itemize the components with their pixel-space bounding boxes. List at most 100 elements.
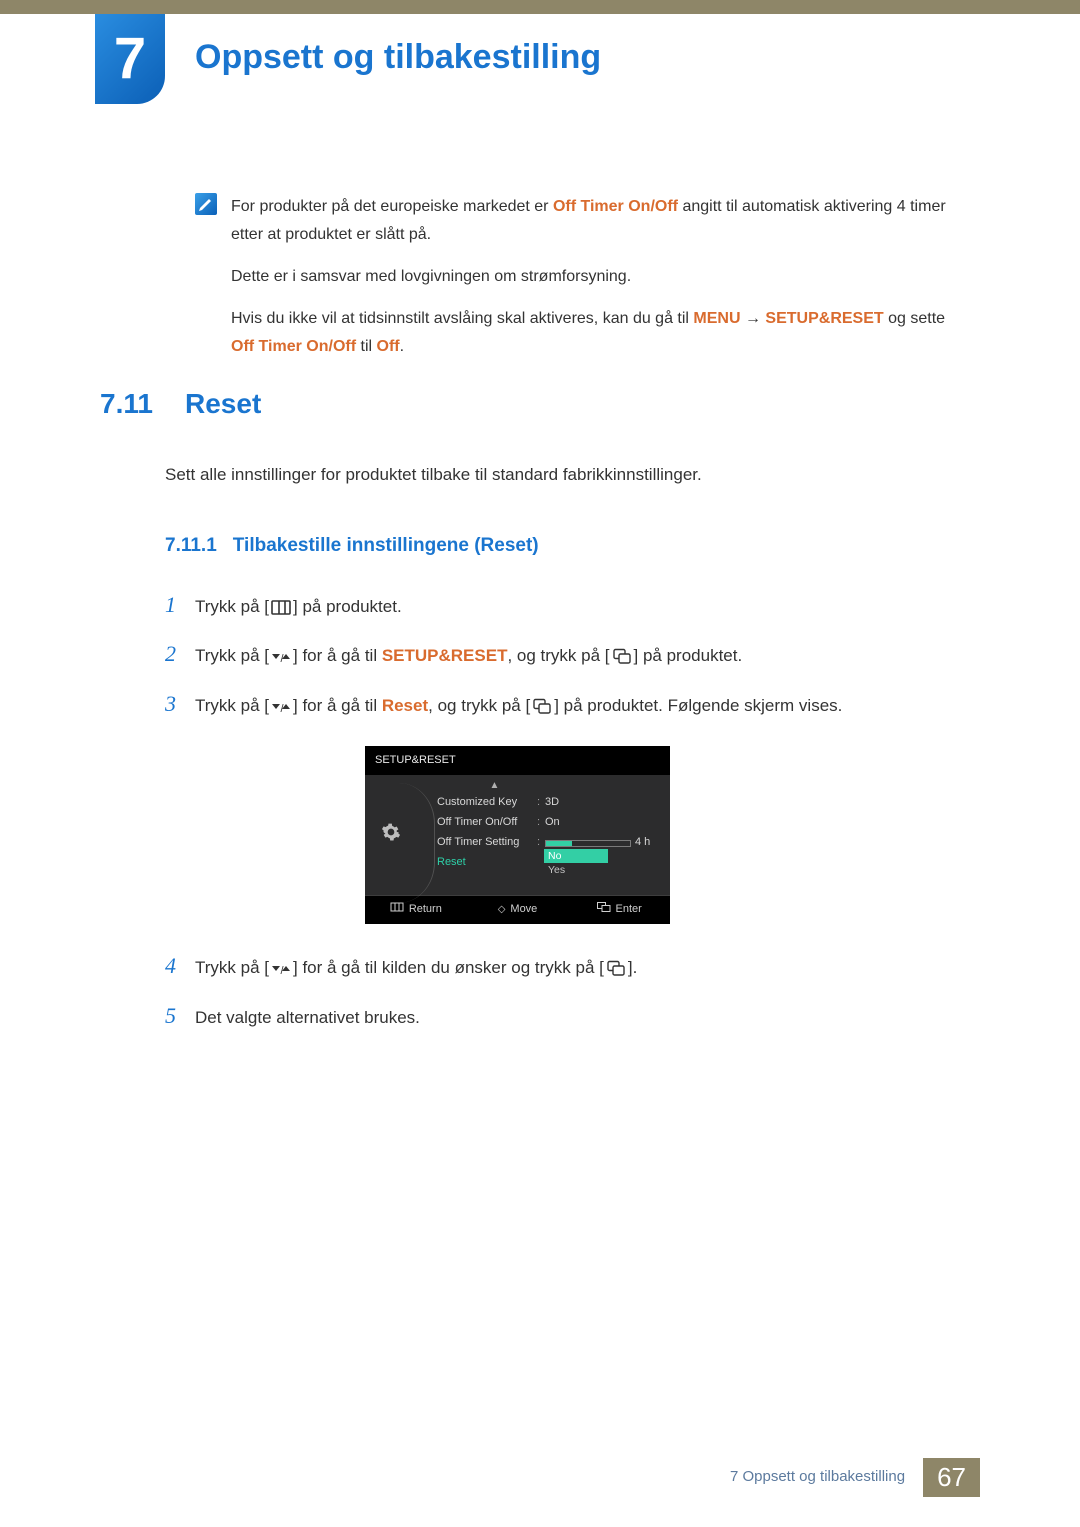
page-number: 67 <box>923 1458 980 1497</box>
step-text: Trykk på [/] for å gå til SETUP&RESET, o… <box>195 641 960 672</box>
osd-row-customized-key: Customized Key : 3D <box>437 793 662 813</box>
subsection-title: Tilbakestille innstillingene (Reset) <box>233 535 539 556</box>
step-4: 4 Trykk på [/] for å gå til kilden du øn… <box>165 946 960 986</box>
text: ] for å gå til <box>293 646 382 665</box>
osd-footer-return: Return <box>365 900 467 920</box>
text: Trykk på [ <box>195 646 269 665</box>
up-down-icon: / <box>270 957 292 974</box>
osd-footer-label: Move <box>510 900 537 920</box>
step-text: Trykk på [/] for å gå til kilden du ønsk… <box>195 953 960 984</box>
text: ] på produktet. <box>293 597 402 616</box>
osd-value-text: 4 h <box>635 833 650 853</box>
highlight-setup-reset: SETUP&RESET <box>382 646 508 665</box>
text: Hvis du ikke vil at tidsinnstilt avslåin… <box>231 310 693 327</box>
enter-icon <box>611 645 633 662</box>
step-text: Trykk på [ ] på produktet. <box>195 592 960 623</box>
note-p2: Dette er i samsvar med lovgivningen om s… <box>231 263 960 291</box>
step-text: Trykk på [/] for å gå til Reset, og tryk… <box>195 691 960 722</box>
move-icon: ◇ <box>498 901 506 919</box>
section-desc: Sett alle innstillinger for produktet ti… <box>165 460 960 491</box>
osd-label: Off Timer Setting <box>437 833 537 853</box>
osd-title: SETUP&RESET <box>365 746 670 776</box>
highlight-off-timer: Off Timer On/Off <box>553 198 678 215</box>
menu-button-icon <box>270 596 292 613</box>
text: , og trykk på [ <box>507 646 609 665</box>
return-icon <box>390 901 404 919</box>
text: Trykk på [ <box>195 597 269 616</box>
enter-icon <box>531 695 553 712</box>
highlight-setup-reset: SETUP&RESET <box>765 310 883 327</box>
osd-footer-label: Enter <box>616 900 642 920</box>
slider-track <box>545 840 631 847</box>
section-number: 7.11 <box>100 388 165 420</box>
section-body: Sett alle innstillinger for produktet ti… <box>165 460 960 1035</box>
text: ]. <box>628 958 637 977</box>
highlight-off: Off <box>377 338 400 355</box>
chapter-title: Oppsett og tilbakestilling <box>195 38 601 77</box>
chapter-number: 7 <box>114 30 146 88</box>
info-note: For produkter på det europeiske markedet… <box>195 193 960 375</box>
footer-chapter-ref: 7 Oppsett og tilbakestilling <box>712 1458 923 1497</box>
enter-icon <box>605 957 627 974</box>
step-number: 1 <box>165 585 183 625</box>
gear-icon <box>381 822 401 842</box>
chapter-number-badge: 7 <box>95 14 165 104</box>
step-5: 5 Det valgte alternativet brukes. <box>165 996 960 1036</box>
osd-label: Customized Key <box>437 793 537 813</box>
note-p3: Hvis du ikke vil at tidsinnstilt avslåin… <box>231 305 960 361</box>
osd-row-off-timer-onoff: Off Timer On/Off : On <box>437 813 662 833</box>
osd-screenshot: SETUP&RESET ▲ Customized Key : 3D <box>365 746 670 925</box>
text: ] på produktet. Følgende skjerm vises. <box>554 696 842 715</box>
osd-footer-enter: Enter <box>568 900 670 920</box>
osd-menu: SETUP&RESET ▲ Customized Key : 3D <box>365 746 670 925</box>
text: Trykk på [ <box>195 958 269 977</box>
step-3: 3 Trykk på [/] for å gå til Reset, og tr… <box>165 684 960 724</box>
up-down-icon: / <box>270 645 292 662</box>
slider-fill <box>546 841 572 846</box>
osd-rows: ▲ Customized Key : 3D Off Timer On/Off :… <box>409 781 662 883</box>
osd-label: Off Timer On/Off <box>437 813 537 833</box>
text: . <box>400 338 404 355</box>
text: ] for å gå til kilden du ønsker og trykk… <box>293 958 604 977</box>
step-number: 2 <box>165 634 183 674</box>
text: ] på produktet. <box>634 646 743 665</box>
colon: : <box>537 793 545 813</box>
up-down-icon: / <box>270 695 292 712</box>
text: til <box>356 338 376 355</box>
enter-icon <box>597 901 611 919</box>
subsection-heading: 7.11.1 Tilbakestille innstillingene (Rese… <box>165 529 960 563</box>
osd-options-popup: No Yes <box>544 849 608 877</box>
step-number: 5 <box>165 996 183 1036</box>
step-text: Det valgte alternativet brukes. <box>195 1003 960 1034</box>
text: Trykk på [ <box>195 696 269 715</box>
osd-footer-label: Return <box>409 900 442 920</box>
note-body: For produkter på det europeiske markedet… <box>231 193 960 375</box>
text: og sette <box>884 310 945 327</box>
text: For produkter på det europeiske markedet… <box>231 198 553 215</box>
top-color-band <box>0 0 1080 14</box>
section-7-11: 7.11 Reset Sett alle innstillinger for p… <box>100 388 960 1045</box>
highlight-reset: Reset <box>382 696 428 715</box>
text: ] for å gå til <box>293 696 382 715</box>
step-1: 1 Trykk på [ ] på produktet. <box>165 585 960 625</box>
arrow-icon: → <box>741 310 766 327</box>
osd-value: On <box>545 813 662 833</box>
subsection-number: 7.11.1 <box>165 535 217 556</box>
osd-footer-move: ◇Move <box>467 900 569 920</box>
step-number: 4 <box>165 946 183 986</box>
osd-body: ▲ Customized Key : 3D Off Timer On/Off :… <box>365 775 670 895</box>
highlight-off-timer-2: Off Timer On/Off <box>231 338 356 355</box>
section-title: Reset <box>185 388 261 420</box>
step-2: 2 Trykk på [/] for å gå til SETUP&RESET,… <box>165 634 960 674</box>
note-icon <box>195 193 217 215</box>
step-number: 3 <box>165 684 183 724</box>
highlight-menu: MENU <box>693 310 740 327</box>
osd-option-yes: Yes <box>544 863 608 877</box>
section-heading: 7.11 Reset <box>100 388 960 420</box>
page-footer: 7 Oppsett og tilbakestilling 67 <box>712 1458 980 1497</box>
osd-value: 3D <box>545 793 662 813</box>
osd-option-no: No <box>544 849 608 863</box>
step-list: 1 Trykk på [ ] på produktet. 2 Trykk på [… <box>165 585 960 1036</box>
note-p1: For produkter på det europeiske markedet… <box>231 193 960 249</box>
osd-label: Reset <box>437 853 537 873</box>
